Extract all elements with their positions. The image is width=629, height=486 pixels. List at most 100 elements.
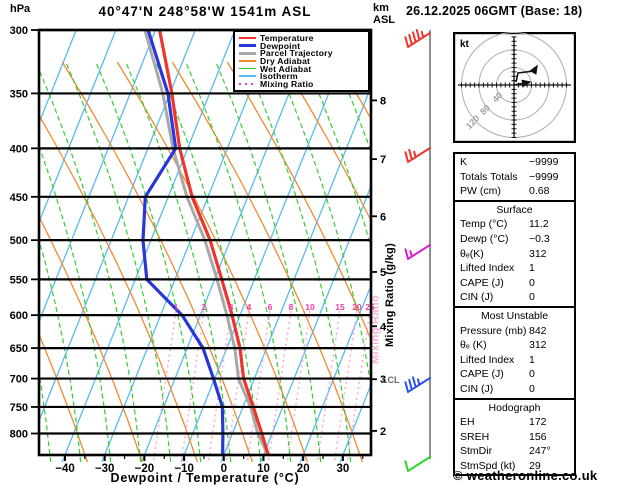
- table-row: K −9999: [455, 155, 574, 170]
- table-row: StmDir 247°: [455, 444, 574, 459]
- svg-text:10: 10: [305, 302, 315, 312]
- table-row-value: 0: [529, 291, 535, 304]
- wind-barb: [404, 147, 431, 163]
- table-row-value: 312: [529, 339, 547, 352]
- svg-text:4: 4: [247, 302, 252, 312]
- km-tick-label: 2: [380, 426, 386, 438]
- pressure-tick-label: 650: [10, 343, 28, 355]
- table-row: Pressure (mb) 842: [455, 324, 574, 339]
- pressure-tick-label: 350: [10, 88, 28, 100]
- legend-swatch-solid: [239, 51, 256, 55]
- pressure-tick-label: 450: [10, 192, 28, 204]
- table-section: Most Unstable Pressure (mb) 842 θₑ (K) 312 Li…: [455, 305, 574, 398]
- table-row: EH 172: [455, 415, 574, 430]
- mixing-ratio-value-labels: 1 2 3 4 6 8 10 15 20 25: [174, 302, 375, 312]
- table-row-label: CAPE (J): [460, 276, 504, 289]
- table-row-label: Totals Totals: [460, 170, 518, 183]
- wind-barb: [404, 244, 431, 260]
- table-row: PW (cm) 0.68: [455, 184, 574, 199]
- table-section-header: Most Unstable: [480, 309, 549, 322]
- table-row-value: 1: [529, 262, 535, 275]
- legend-item: Mixing Ratio: [239, 78, 366, 89]
- table-row-label: SREH: [460, 430, 490, 443]
- wind-barb: [404, 376, 431, 393]
- chart-legend: Temperature Dewpoint Parcel Trajectory Dry …: [233, 30, 370, 92]
- pressure-unit-label: hPa: [10, 3, 31, 15]
- table-row: CIN (J) 0: [455, 382, 574, 397]
- table-row-label: EH: [460, 416, 475, 429]
- pressure-tick-label: 400: [10, 143, 28, 155]
- table-section: Surface Temp (°C) 11.2 Dewp (°C) −0.3 θₑ(K) 31…: [455, 199, 574, 306]
- legend-swatch-thin: [239, 67, 256, 70]
- table-row-label: Pressure (mb): [460, 324, 527, 337]
- table-row-label: Lifted Index: [460, 262, 515, 275]
- svg-text:2: 2: [202, 302, 207, 312]
- hodograph-unit-label: kt: [460, 39, 470, 50]
- legend-item: Temperature: [239, 33, 366, 43]
- table-row-label: Lifted Index: [460, 353, 515, 366]
- table-row-value: 172: [529, 416, 547, 429]
- table-row-value: 1: [529, 353, 535, 366]
- mixing-ratio-axis-label: Mixing Ratio (g/kg): [384, 242, 396, 348]
- table-row: Lifted Index 1: [455, 353, 574, 368]
- table-row-value: 842: [529, 324, 547, 337]
- pressure-tick-label: 750: [10, 402, 28, 414]
- pressure-tick-label: 700: [10, 374, 28, 386]
- km-tick-label: 8: [380, 95, 386, 107]
- wind-barb: [404, 456, 431, 472]
- svg-text:1: 1: [174, 302, 179, 312]
- table-section-header: Surface: [496, 203, 533, 216]
- svg-text:3: 3: [229, 302, 234, 312]
- pressure-tick-label: 600: [10, 310, 28, 322]
- table-row-label: StmDir: [460, 445, 493, 458]
- indices-table: K −9999 Totals Totals −9999 PW (cm) 0.68 Surfa…: [453, 152, 576, 477]
- table-row: Lifted Index 1: [455, 261, 574, 276]
- pressure-tick-label: 500: [10, 235, 28, 247]
- legend-swatch-dotted: [239, 82, 256, 86]
- table-row-value: 0: [529, 368, 535, 381]
- pressure-tick-label: 300: [10, 25, 28, 37]
- table-row-label: CAPE (J): [460, 368, 504, 381]
- table-row-label: CIN (J): [460, 382, 494, 395]
- table-row: θₑ (K) 312: [455, 338, 574, 353]
- table-row-value: 247°: [529, 445, 551, 458]
- legend-swatch-thin: [239, 75, 256, 78]
- wind-barbs: [404, 28, 431, 472]
- page-title: 40°47'N 248°58'W 1541m ASL: [98, 4, 312, 19]
- altitude-unit-asl: ASL: [373, 14, 395, 26]
- x-axis-label: Dewpoint / Temperature (°C): [110, 471, 300, 485]
- table-row-value: −9999: [529, 170, 559, 183]
- table-row-value: 0.68: [529, 185, 550, 198]
- table-row: Totals Totals −9999: [455, 170, 574, 185]
- pressure-tick-label: 800: [10, 429, 28, 441]
- table-section: K −9999 Totals Totals −9999 PW (cm) 0.68: [455, 154, 574, 200]
- legend-swatch-thin: [239, 60, 256, 62]
- svg-text:15: 15: [335, 302, 345, 312]
- datetime-title: 26.12.2025 06GMT (Base: 18): [406, 4, 583, 18]
- svg-text:20: 20: [352, 302, 362, 312]
- svg-text:6: 6: [268, 302, 273, 312]
- table-row: CAPE (J) 0: [455, 276, 574, 291]
- table-row-value: 312: [529, 247, 547, 260]
- altitude-unit-label: km ASL: [373, 2, 395, 26]
- altitude-unit-km: km: [373, 2, 389, 14]
- pressure-tick-label: 550: [10, 274, 28, 286]
- table-row-label: θₑ (K): [460, 339, 487, 352]
- table-row-value: −0.3: [529, 232, 550, 245]
- legend-swatch-solid: [239, 36, 256, 40]
- table-row: CAPE (J) 0: [455, 367, 574, 382]
- table-row-value: 0: [529, 276, 535, 289]
- svg-text:8: 8: [289, 302, 294, 312]
- table-row-label: Dewp (°C): [460, 232, 509, 245]
- hodograph-chart: 4080120kt: [453, 32, 576, 143]
- table-row-label: CIN (J): [460, 291, 494, 304]
- table-row: Temp (°C) 11.2: [455, 217, 574, 232]
- km-tick-label: 7: [380, 154, 386, 166]
- legend-label: Mixing Ratio: [260, 78, 314, 89]
- table-row: Dewp (°C) −0.3: [455, 232, 574, 247]
- table-row: SREH 156: [455, 430, 574, 445]
- copyright-credit: © weatheronline.co.uk: [453, 468, 598, 483]
- lcl-marker-label: LCL: [382, 375, 400, 385]
- table-section: Hodograph EH 172 SREH 156 StmDir 247° StmSpd (k…: [455, 397, 574, 475]
- table-row-value: 156: [529, 430, 547, 443]
